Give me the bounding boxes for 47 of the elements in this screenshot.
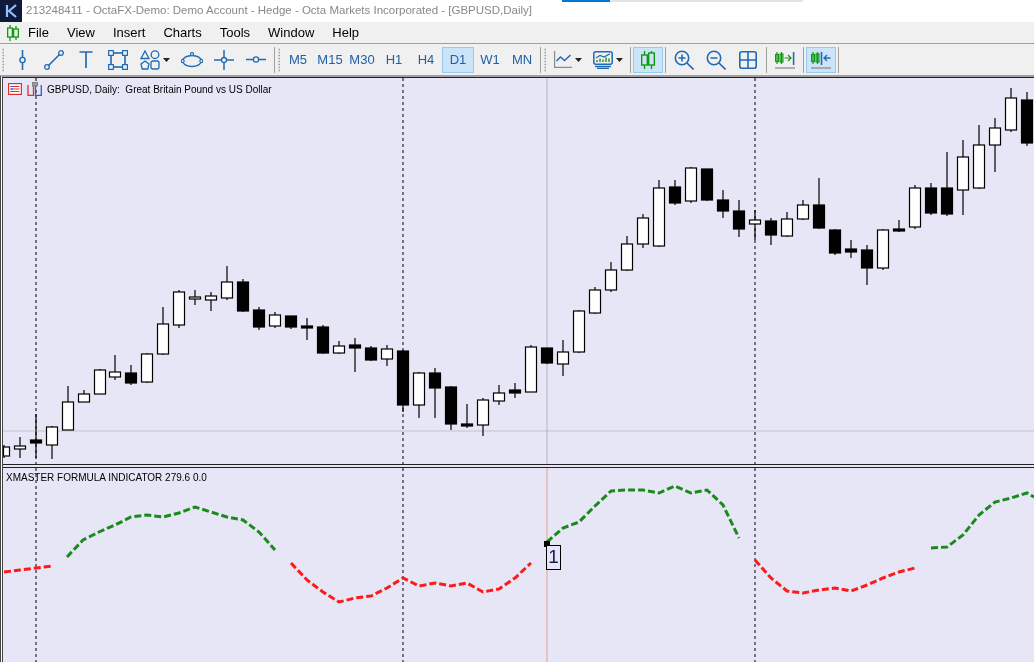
menu-item[interactable]: Charts — [154, 23, 211, 42]
vertical-line-icon — [18, 49, 26, 70]
toolbar-grip-icon[interactable] — [544, 47, 547, 72]
menu-item[interactable]: Insert — [103, 23, 155, 42]
timeframe-tab[interactable]: M15 — [314, 46, 346, 73]
text-tool-icon — [79, 51, 93, 68]
list-icon — [8, 83, 22, 95]
timeframe-tab[interactable]: D1 — [442, 46, 474, 73]
grid-icon — [739, 50, 757, 69]
timeframe-tab[interactable]: H1 — [378, 46, 410, 73]
monitor-chart-icon — [593, 50, 613, 69]
chart-shift-button[interactable] — [806, 46, 836, 73]
caret-icon — [575, 57, 582, 62]
toolbar-grip-icon[interactable] — [2, 47, 5, 72]
trend-line-icon — [44, 49, 64, 70]
chart-shift-icon — [811, 50, 831, 69]
candlestick-chart-button[interactable] — [633, 46, 663, 73]
ellipse-icon — [181, 51, 203, 68]
window-title: 213248411 - OctaFX-Demo: Demo Account - Hedge - Octa Markets Incorporated - [GBPUSD,Daily] — [26, 3, 532, 19]
caret-icon — [616, 57, 623, 62]
indicator-label: XMASTER FORMULA INDICATOR 279.6 0.0 — [6, 471, 207, 484]
shapes-icon — [140, 49, 160, 70]
scroll-to-end-icon — [775, 50, 795, 69]
timeframe-tab[interactable]: MN — [506, 46, 538, 73]
menu-item[interactable]: Help — [323, 23, 369, 42]
text-label-object: 1 — [546, 545, 561, 570]
caret-icon — [163, 57, 170, 62]
downtrend-line-segment — [3, 564, 53, 574]
app-logo-icon — [0, 0, 22, 22]
crosshair-icon — [214, 49, 234, 70]
timeframe-tab[interactable]: W1 — [474, 46, 506, 73]
split-window-icon — [27, 82, 42, 96]
horizontal-line-icon — [246, 56, 266, 63]
timeframe-tab[interactable]: H4 — [410, 46, 442, 73]
menu-item[interactable]: View — [57, 23, 104, 42]
toolbar-grip-icon[interactable] — [278, 47, 281, 72]
line-chart-icon — [554, 51, 572, 68]
zoom-out-icon — [706, 49, 726, 70]
timeframe-tab[interactable]: M30 — [346, 46, 378, 73]
chart-title: GBPUSD, Daily: Great Britain Pound vs US Dollar — [47, 82, 272, 96]
menu-item[interactable]: File — [19, 23, 58, 42]
menu-item[interactable]: Tools — [210, 23, 260, 42]
rectangle-icon — [108, 49, 128, 70]
zoom-in-icon — [674, 49, 694, 70]
menu-item[interactable]: Window — [259, 23, 324, 42]
timeframe-tab[interactable]: M5 — [282, 46, 314, 73]
candlestick-chart-icon — [641, 50, 655, 69]
